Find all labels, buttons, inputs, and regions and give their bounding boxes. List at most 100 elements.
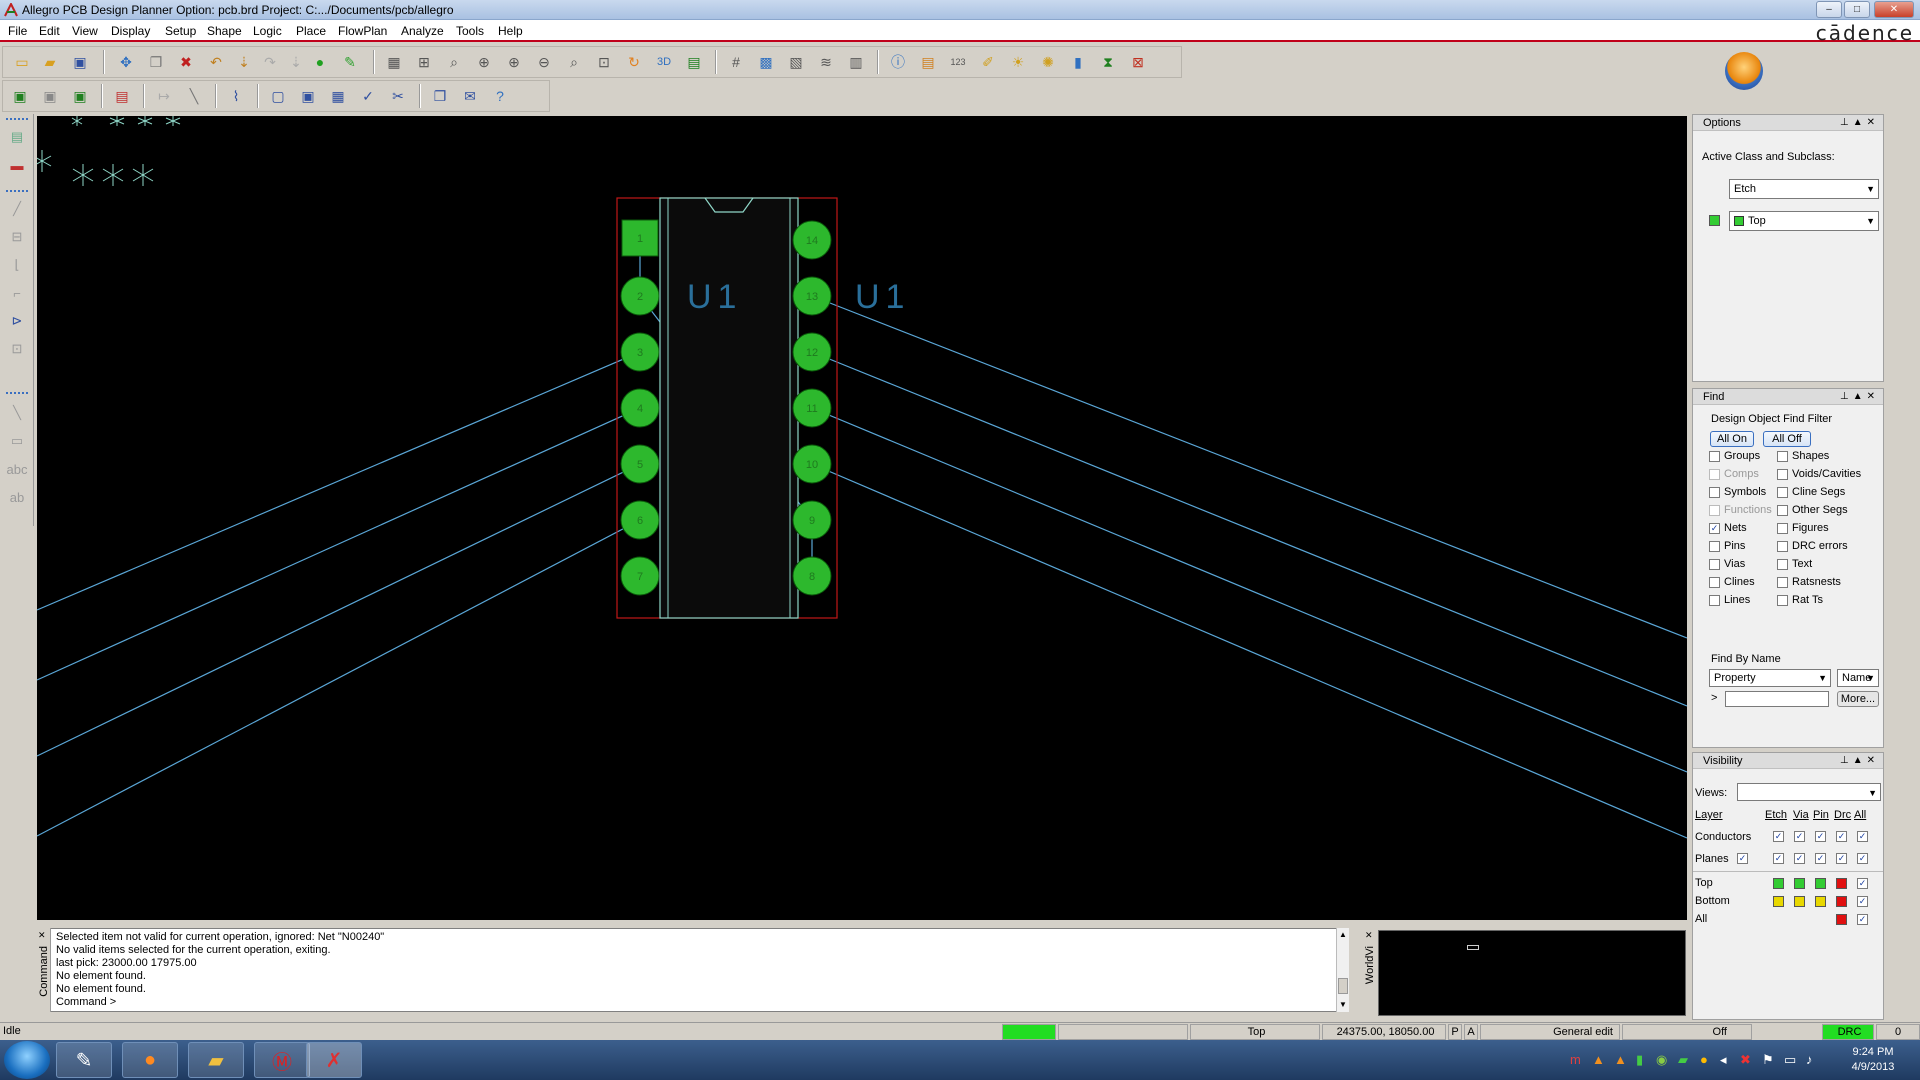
layer-color-swatch[interactable] (1836, 914, 1847, 925)
highlight-icon[interactable]: ✐ (977, 51, 999, 73)
all-on-button[interactable]: All On (1710, 431, 1754, 447)
rectangle-icon[interactable]: ▭ (6, 430, 28, 452)
tray-orange-icon[interactable]: ● (1700, 1052, 1708, 1067)
delete-icon[interactable]: ✖ (175, 51, 197, 73)
redraw-icon[interactable]: ↻ (623, 51, 645, 73)
menu-file[interactable]: File (8, 24, 27, 38)
status-a-button[interactable]: A (1464, 1024, 1478, 1040)
subclass-select[interactable]: Top ▼ (1729, 211, 1879, 231)
add-component-icon[interactable]: ▬ (6, 154, 28, 176)
conductors-etch-checkbox[interactable]: ✓ (1773, 831, 1784, 842)
color-icon[interactable]: ▩ (755, 51, 777, 73)
find-checkbox-drc-errors[interactable] (1777, 541, 1788, 552)
zoom-out-icon[interactable]: ⊖ (533, 51, 555, 73)
taskbar-media-icon[interactable]: Ⓜ (254, 1042, 310, 1078)
menu-setup[interactable]: Setup (165, 24, 196, 38)
drc-update-icon[interactable]: ⊠ (1127, 51, 1149, 73)
board-icon[interactable]: ▣ (9, 85, 31, 107)
dimension-icon[interactable]: ⊟ (6, 226, 28, 248)
command-prompt[interactable]: Command > (56, 996, 116, 1008)
find-checkbox-shapes[interactable] (1777, 451, 1788, 462)
find-checkbox-other-segs[interactable] (1777, 505, 1788, 516)
slide-icon[interactable]: ╲ (183, 85, 205, 107)
tray-app-icon[interactable]: ▮ (1636, 1052, 1643, 1068)
tray-speaker-icon[interactable]: ◂ (1720, 1052, 1727, 1068)
status-active-layer[interactable]: Top (1190, 1024, 1320, 1040)
3d-view-icon[interactable]: 3D (653, 51, 675, 73)
oops-icon[interactable]: ⇣ (285, 51, 307, 73)
status-off[interactable]: Off (1622, 1024, 1752, 1040)
toolstrip-grip-2[interactable] (6, 190, 28, 193)
cut-icon[interactable]: ✂ (387, 85, 409, 107)
shadow-icon[interactable]: ▧ (785, 51, 807, 73)
gift-icon[interactable]: ▦ (327, 85, 349, 107)
find-name-input[interactable] (1725, 691, 1829, 707)
conductors-via-checkbox[interactable]: ✓ (1794, 831, 1805, 842)
find-checkbox-nets[interactable]: ✓ (1709, 523, 1720, 534)
conductors-pin-checkbox[interactable]: ✓ (1815, 831, 1826, 842)
menu-help[interactable]: Help (498, 24, 523, 38)
scroll-down-icon[interactable]: ▼ (1339, 1000, 1347, 1009)
zoom-world-icon[interactable]: ⊡ (593, 51, 615, 73)
conductors-drc-checkbox[interactable]: ✓ (1836, 831, 1847, 842)
conductors-all-checkbox[interactable]: ✓ (1857, 831, 1868, 842)
tray-flag-icon[interactable]: ⚑ (1762, 1052, 1774, 1068)
planes-toggle-checkbox[interactable]: ✓ (1737, 853, 1748, 864)
tray-nvidia-icon[interactable]: ◉ (1656, 1052, 1667, 1068)
close-window-button[interactable]: ✕ (1874, 1, 1914, 18)
grid-icon[interactable]: # (725, 51, 747, 73)
chamfer-icon[interactable]: ⌐ (6, 282, 28, 304)
bundle-icon[interactable]: ▢ (267, 85, 289, 107)
move-icon[interactable]: ✥ (115, 51, 137, 73)
panel-controls-icon[interactable]: ⊥▲✕ (1840, 753, 1879, 769)
planes-pin-checkbox[interactable]: ✓ (1815, 853, 1826, 864)
board-gray-icon[interactable]: ▣ (39, 85, 61, 107)
bars-icon[interactable]: ▮ (1067, 51, 1089, 73)
menu-place[interactable]: Place (296, 24, 326, 38)
status-drc[interactable]: DRC (1822, 1024, 1874, 1040)
all-off-button[interactable]: All Off (1763, 431, 1811, 447)
flip-board-icon[interactable]: ▤ (683, 51, 705, 73)
find-checkbox-ratsnests[interactable] (1777, 577, 1788, 588)
menu-tools[interactable]: Tools (456, 24, 484, 38)
angle-icon[interactable]: ⌊ (6, 254, 28, 276)
menu-analyze[interactable]: Analyze (401, 24, 444, 38)
find-checkbox-pins[interactable] (1709, 541, 1720, 552)
add-line-icon[interactable]: ╱ (6, 198, 28, 220)
panel-controls-icon[interactable]: ⊥▲✕ (1840, 389, 1879, 405)
taskbar-firefox-icon[interactable]: ● (122, 1042, 178, 1078)
panel-controls-icon[interactable]: ⊥▲✕ (1840, 115, 1879, 131)
layers-icon[interactable]: ≋ (815, 51, 837, 73)
save-icon[interactable]: ▣ (69, 51, 91, 73)
command-console[interactable]: Selected item not valid for current oper… (37, 928, 1349, 1012)
find-checkbox-voids-cavities[interactable] (1777, 469, 1788, 480)
reports-icon[interactable]: ▤ (917, 51, 939, 73)
tray-volume-icon[interactable]: ♪ (1806, 1052, 1813, 1067)
place-manual-icon[interactable]: ▤ (111, 85, 133, 107)
menu-logic[interactable]: Logic (253, 24, 282, 38)
planes-via-checkbox[interactable]: ✓ (1794, 853, 1805, 864)
find-checkbox-groups[interactable] (1709, 451, 1720, 462)
menu-display[interactable]: Display (111, 24, 150, 38)
scroll-thumb[interactable] (1338, 978, 1348, 994)
draw-line-icon[interactable]: ╲ (6, 402, 28, 424)
planes-etch-checkbox[interactable]: ✓ (1773, 853, 1784, 864)
help-icon[interactable]: ? (489, 85, 511, 107)
taskbar-clock[interactable]: 9:24 PM 4/9/2013 (1838, 1045, 1908, 1075)
tray-monitor-icon[interactable]: ▭ (1784, 1052, 1796, 1068)
layer-all-checkbox[interactable]: ✓ (1857, 914, 1868, 925)
dehighlight-icon[interactable]: ✺ (1037, 51, 1059, 73)
toolstrip-grip[interactable] (6, 118, 28, 121)
minimize-button[interactable]: – (1816, 1, 1842, 18)
menu-edit[interactable]: Edit (39, 24, 60, 38)
menu-view[interactable]: View (72, 24, 98, 38)
edit-text-icon[interactable]: ab (6, 486, 28, 508)
toolstrip-grip-3[interactable] (6, 392, 28, 395)
layer-color-swatch[interactable] (1815, 878, 1826, 889)
flow-icon[interactable]: ▣ (297, 85, 319, 107)
void-icon[interactable]: ⊡ (6, 338, 28, 360)
world-view-window[interactable] (1378, 930, 1686, 1016)
layer-color-swatch[interactable] (1794, 878, 1805, 889)
layer-color-swatch[interactable] (1815, 896, 1826, 907)
grid-window-icon[interactable]: ▦ (383, 51, 405, 73)
